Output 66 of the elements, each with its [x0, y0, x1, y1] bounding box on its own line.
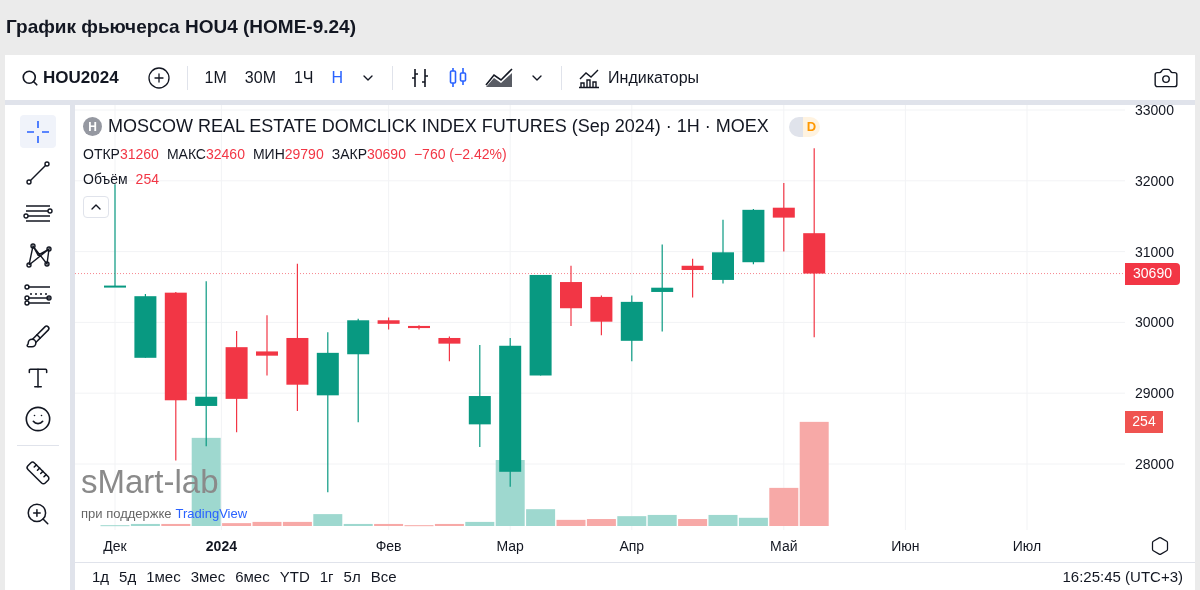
price-change: −760 (−2.42%) — [413, 145, 507, 164]
status-badge: D — [802, 116, 821, 137]
time-tick: Май — [770, 537, 798, 556]
interval-tab[interactable]: 30М — [239, 65, 281, 90]
price-tick: 33000 — [1135, 100, 1174, 120]
ohlc-value: 32460 — [206, 145, 245, 164]
chart-title: MOSCOW REAL ESTATE DOMCLICK INDEX FUTURES (Sep 2024) · 1H · MOEX — [108, 115, 769, 138]
time-tick: Фев — [375, 537, 402, 556]
candlestick — [560, 265, 582, 327]
range-button[interactable]: 6мес — [230, 565, 275, 588]
time-tick: 2024 — [205, 537, 237, 556]
collapse-legend-button[interactable] — [83, 196, 109, 218]
search-icon — [21, 68, 39, 87]
candlestick — [590, 294, 613, 336]
ohlc-label: МИН — [252, 145, 285, 164]
candlestick — [620, 294, 643, 362]
volume-label: Объём — [83, 170, 128, 189]
ohlc-label: ЗАКР — [331, 145, 367, 164]
time-tick: Июн — [891, 537, 920, 556]
price-tick: 31000 — [1135, 242, 1174, 262]
candlestick — [377, 316, 400, 331]
time-tick: Апр — [619, 537, 645, 556]
last-price-label: 30690 — [1125, 262, 1180, 285]
candlestick — [408, 324, 430, 331]
volume-bar — [617, 516, 647, 526]
interval-tab[interactable]: 1Ч — [288, 65, 319, 90]
ohlc-label: МАКС — [166, 145, 206, 164]
indicators-button[interactable]: Индикаторы — [574, 65, 704, 90]
candlestick — [256, 314, 278, 377]
range-button[interactable]: Все — [365, 565, 402, 588]
page-title: График фьючерса HOU4 (HOME-9.24) — [6, 15, 356, 40]
price-tick: 32000 — [1135, 171, 1174, 191]
range-button[interactable]: 1г — [314, 565, 339, 588]
crosshair-tool-icon[interactable] — [19, 115, 56, 148]
candlestick — [134, 293, 157, 359]
watermark-link[interactable]: TradingView — [175, 504, 248, 524]
candlestick — [681, 258, 704, 299]
candlestick — [772, 182, 795, 253]
settings-icon[interactable] — [1150, 536, 1170, 556]
price-tick: 28000 — [1135, 454, 1174, 474]
range-button[interactable]: 5д — [114, 565, 142, 588]
ohlc-label: ОТКР — [83, 145, 120, 164]
time-tick: Мар — [496, 537, 524, 556]
range-button[interactable]: YTD — [274, 565, 315, 588]
symbol-badge: H — [83, 117, 102, 136]
price-tick: 29000 — [1135, 383, 1174, 403]
time-tick: Дек — [103, 537, 127, 556]
range-button[interactable]: 1мес — [141, 565, 186, 588]
ohlc-value: 29790 — [284, 145, 324, 164]
candlestick — [712, 219, 734, 285]
candlestick — [742, 208, 765, 265]
interval-tab[interactable]: Н — [326, 65, 349, 90]
watermark-caption: при поддержке — [81, 505, 172, 523]
time-tick: Июл — [1012, 537, 1042, 556]
ohlc-value: 31260 — [119, 145, 159, 164]
volume-value: 254 — [135, 170, 159, 189]
volume-price-label: 254 — [1125, 410, 1163, 433]
candlestick — [438, 335, 461, 362]
interval-tab[interactable]: 1М — [199, 65, 232, 90]
range-button[interactable]: 1д — [87, 565, 115, 588]
price-tick: 30000 — [1135, 312, 1174, 332]
range-button[interactable]: 5л — [338, 565, 366, 588]
clock: 16:25:45 (UTC+3) — [1062, 566, 1183, 587]
symbol-search[interactable]: HOU2024 — [17, 64, 123, 91]
range-button[interactable]: 3мес — [185, 565, 231, 588]
ohlc-value: 30690 — [367, 145, 406, 164]
